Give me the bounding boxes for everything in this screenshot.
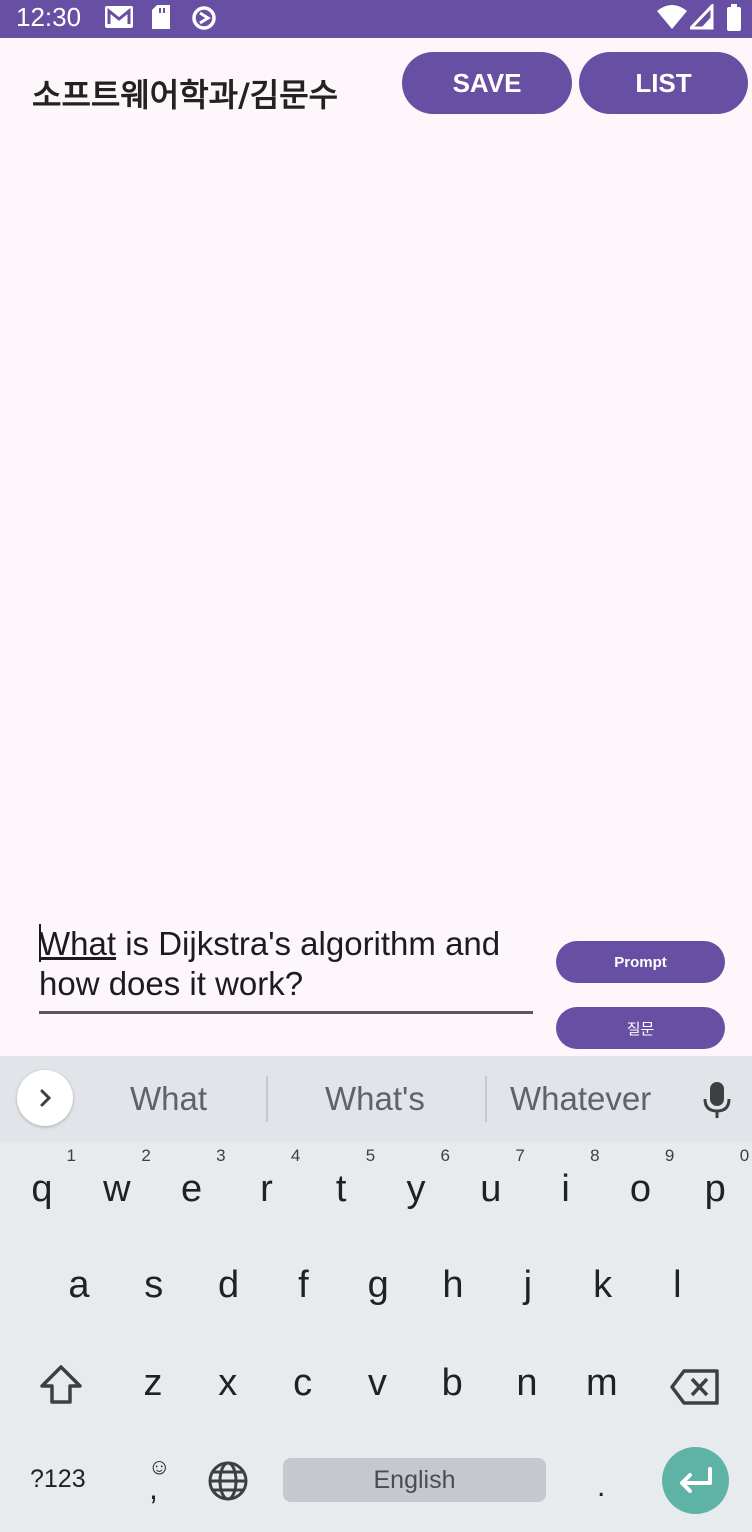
spacebar[interactable]: English	[283, 1458, 546, 1502]
key-label: f	[298, 1264, 309, 1306]
ask-button[interactable]: 질문	[556, 1007, 725, 1049]
spacebar-label: English	[373, 1465, 456, 1494]
key-p[interactable]: p0	[685, 1146, 750, 1211]
key-a[interactable]: a	[49, 1264, 109, 1307]
suggestion-divider	[266, 1076, 268, 1122]
battery-icon	[727, 4, 741, 31]
suggestion-divider	[485, 1076, 487, 1122]
key-label: o	[629, 1168, 651, 1210]
globe-icon[interactable]	[206, 1459, 250, 1503]
microphone-icon[interactable]	[700, 1080, 734, 1120]
period-key[interactable]: .	[597, 1470, 605, 1504]
page-title: 소프트웨어학과/김문수	[32, 76, 339, 114]
key-label: v	[367, 1362, 387, 1404]
key-label: s	[144, 1264, 164, 1306]
key-e[interactable]: e3	[162, 1146, 226, 1211]
key-label: c	[293, 1362, 313, 1404]
key-t[interactable]: t5	[311, 1146, 375, 1211]
key-m[interactable]: m	[572, 1362, 632, 1405]
key-hint: 0	[739, 1146, 750, 1165]
key-hint: 9	[664, 1146, 675, 1165]
expand-toolbar-button[interactable]	[17, 1070, 73, 1126]
key-x[interactable]: x	[198, 1362, 258, 1405]
list-button[interactable]: LIST	[579, 52, 748, 114]
key-label: a	[68, 1264, 90, 1306]
key-hint: 7	[515, 1146, 525, 1165]
key-label: t	[335, 1168, 347, 1210]
key-label: l	[673, 1264, 682, 1306]
backspace-icon[interactable]	[670, 1369, 720, 1405]
status-time: 12:30	[16, 2, 82, 32]
status-bar: 12:30	[0, 0, 752, 38]
suggestion-whatever[interactable]: Whatever	[510, 1080, 651, 1118]
key-o[interactable]: o9	[610, 1146, 675, 1211]
sd-card-icon	[152, 5, 170, 29]
key-w[interactable]: w2	[87, 1146, 151, 1211]
key-k[interactable]: k	[573, 1264, 633, 1307]
key-n[interactable]: n	[497, 1362, 557, 1405]
key-label: u	[480, 1168, 502, 1210]
key-label: x	[218, 1362, 238, 1404]
signal-icon	[690, 4, 714, 30]
key-s[interactable]: s	[124, 1264, 184, 1307]
key-label: e	[181, 1168, 203, 1210]
key-label: y	[406, 1168, 426, 1210]
key-hint: 5	[365, 1146, 376, 1165]
suggestion-bar: What What's Whatever	[0, 1056, 752, 1142]
soft-keyboard: What What's Whatever q1w2e3r4t5y6u7i8o9p…	[0, 1056, 752, 1532]
key-b[interactable]: b	[422, 1362, 482, 1405]
key-label: q	[31, 1168, 53, 1210]
key-label: n	[516, 1362, 538, 1404]
key-hint: 3	[216, 1146, 226, 1165]
key-h[interactable]: h	[423, 1264, 483, 1307]
prompt-input[interactable]: What is Dijkstra's algorithm and how doe…	[39, 924, 533, 1014]
save-button[interactable]: SAVE	[402, 52, 572, 114]
suggestion-whats[interactable]: What's	[325, 1080, 425, 1118]
key-v[interactable]: v	[347, 1362, 407, 1405]
key-label: b	[441, 1362, 463, 1404]
symbols-key[interactable]: ?123	[30, 1465, 86, 1494]
key-r[interactable]: r4	[236, 1146, 300, 1211]
comma-key[interactable]: ,	[149, 1470, 158, 1507]
key-u[interactable]: u7	[461, 1146, 525, 1211]
key-label: z	[143, 1362, 163, 1404]
key-label: p	[704, 1168, 726, 1210]
key-label: d	[218, 1264, 240, 1306]
key-label: g	[367, 1264, 389, 1306]
key-label: i	[561, 1168, 570, 1210]
suggestion-what[interactable]: What	[130, 1080, 207, 1118]
key-hint: 1	[66, 1146, 76, 1165]
key-j[interactable]: j	[498, 1264, 558, 1307]
wifi-icon	[657, 5, 687, 29]
data-saver-icon	[192, 6, 216, 30]
enter-arrow-icon	[679, 1466, 712, 1493]
gmail-icon	[105, 6, 133, 28]
prompt-button[interactable]: Prompt	[556, 941, 725, 983]
key-label: j	[523, 1264, 533, 1306]
key-q[interactable]: q1	[12, 1146, 76, 1211]
key-d[interactable]: d	[199, 1264, 259, 1307]
key-c[interactable]: c	[273, 1362, 333, 1405]
key-i[interactable]: i8	[536, 1146, 599, 1211]
prompt-text-line1: is Dijkstra's algorithm and	[116, 925, 501, 962]
key-hint: 4	[290, 1146, 301, 1165]
key-hint: 8	[590, 1146, 600, 1165]
prompt-text-line2: how does it work?	[39, 965, 304, 1002]
key-z[interactable]: z	[123, 1362, 183, 1405]
key-g[interactable]: g	[348, 1264, 408, 1307]
enter-key[interactable]	[662, 1447, 729, 1514]
key-label: k	[593, 1264, 613, 1306]
composing-word: What	[39, 925, 117, 962]
key-label: m	[585, 1362, 618, 1404]
key-hint: 2	[141, 1146, 151, 1165]
key-label: r	[260, 1168, 273, 1210]
key-y[interactable]: y6	[386, 1146, 451, 1211]
key-hint: 6	[440, 1146, 450, 1165]
key-l[interactable]: l	[647, 1264, 707, 1307]
key-f[interactable]: f	[273, 1264, 333, 1307]
key-label: w	[103, 1168, 131, 1210]
key-label: h	[442, 1264, 464, 1306]
shift-icon[interactable]	[38, 1364, 84, 1406]
chevron-right-icon	[40, 1089, 52, 1107]
